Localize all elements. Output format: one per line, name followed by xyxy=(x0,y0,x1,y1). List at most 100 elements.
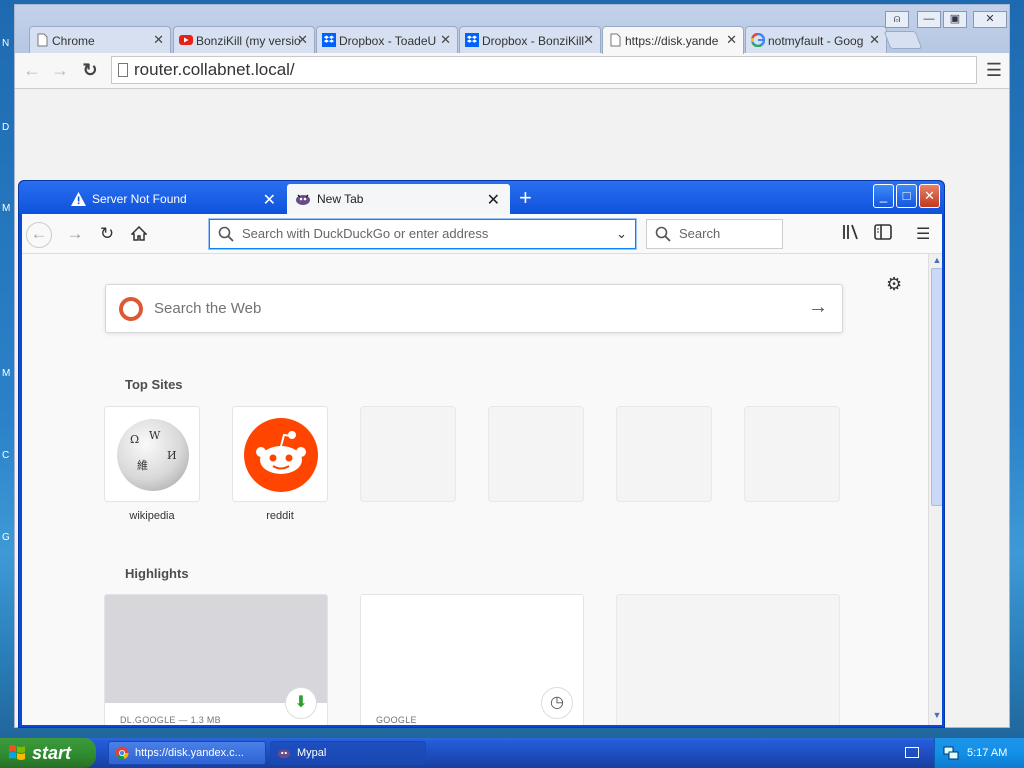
chrome-new-tab-button[interactable] xyxy=(883,31,923,49)
tab-new-tab[interactable]: New Tab ✕ xyxy=(287,184,510,214)
mypal-window: Server Not Found ✕ New Tab ✕ + _ □ ✕ ← →… xyxy=(18,180,945,728)
chrome-menu-button[interactable]: ☰ xyxy=(983,59,1005,81)
desktop-icon-label-fragment: G xyxy=(2,532,10,543)
page-icon xyxy=(118,63,128,77)
minimize-button[interactable]: _ xyxy=(873,184,894,208)
keyboard-icon[interactable] xyxy=(905,747,919,758)
scrollbar-thumb[interactable] xyxy=(931,268,942,506)
close-icon[interactable]: ✕ xyxy=(726,32,737,48)
back-button[interactable]: ← xyxy=(21,59,43,81)
back-button[interactable]: ← xyxy=(26,222,52,248)
forward-button[interactable]: → xyxy=(62,222,88,248)
scrollbar[interactable]: ▲ ▼ xyxy=(928,254,942,725)
taskbar-button-label: https://disk.yandex.c... xyxy=(135,747,244,759)
home-button[interactable] xyxy=(126,222,152,248)
new-tab-button[interactable]: + xyxy=(519,185,532,211)
chrome-tab[interactable]: notmyfault - Goog ✕ xyxy=(745,26,887,54)
top-site-reddit[interactable] xyxy=(232,406,328,502)
top-site-empty xyxy=(616,406,712,502)
close-window-button[interactable]: ✕ xyxy=(919,184,940,208)
chrome-tab[interactable]: BonziKill (my versio ✕ xyxy=(173,26,315,54)
close-icon[interactable]: ✕ xyxy=(263,190,276,210)
wikipedia-icon: ΩWИ維 xyxy=(117,419,189,491)
top-site-wikipedia[interactable]: ΩWИ維 xyxy=(104,406,200,502)
clock[interactable]: 5:17 AM xyxy=(967,747,1007,759)
scroll-up-arrow[interactable]: ▲ xyxy=(931,255,942,267)
highlight-preview xyxy=(361,595,583,703)
chrome-tab[interactable]: Chrome ✕ xyxy=(29,26,171,54)
profile-icon[interactable]: ⍝ xyxy=(885,11,909,28)
network-icon[interactable] xyxy=(943,746,959,760)
close-icon[interactable]: ✕ xyxy=(869,32,880,48)
tab-label: New Tab xyxy=(317,192,364,206)
chevron-down-icon[interactable]: ⌄ xyxy=(616,220,627,248)
minimize-button[interactable]: — xyxy=(917,11,941,28)
chrome-tab-strip: Chrome ✕ BonziKill (my versio ✕ Dropbox … xyxy=(15,5,1009,54)
highlight-card-empty xyxy=(616,594,840,725)
search-bar[interactable]: Search xyxy=(646,219,783,249)
new-tab-page: ⚙ Search the Web → Top Sites ΩWИ維 wikipe… xyxy=(22,254,942,725)
taskbar-button-chrome[interactable]: https://disk.yandex.c... xyxy=(108,741,266,765)
system-tray: 5:17 AM xyxy=(934,738,1024,768)
url-bar[interactable]: Search with DuckDuckGo or enter address … xyxy=(209,219,636,249)
web-search-box[interactable]: Search the Web → xyxy=(105,284,843,333)
taskbar-button-mypal[interactable]: Mypal xyxy=(270,741,426,765)
library-icon[interactable] xyxy=(842,224,860,245)
close-icon[interactable]: ✕ xyxy=(297,32,308,48)
chrome-tab[interactable]: Dropbox - ToadeU ✕ xyxy=(316,26,458,54)
tab-server-not-found[interactable]: Server Not Found ✕ xyxy=(62,184,286,214)
scroll-down-arrow[interactable]: ▼ xyxy=(931,710,942,722)
top-site-label: reddit xyxy=(266,510,294,522)
search-icon xyxy=(218,226,234,242)
address-text: router.collabnet.local/ xyxy=(134,60,295,79)
start-label: start xyxy=(32,743,72,763)
home-icon xyxy=(130,225,148,241)
highlight-source: DL.GOOGLE — 1.3 MB xyxy=(120,715,221,725)
highlight-card[interactable]: ⬇ DL.GOOGLE — 1.3 MB xyxy=(104,594,328,725)
close-icon[interactable]: ✕ xyxy=(487,190,500,210)
chrome-icon xyxy=(115,746,129,760)
forward-button[interactable]: → xyxy=(49,59,71,81)
dropbox-icon xyxy=(322,33,336,47)
taskbar-button-label: Mypal xyxy=(297,747,327,759)
address-bar[interactable]: router.collabnet.local/ xyxy=(111,56,977,84)
warning-icon xyxy=(71,192,86,206)
close-icon[interactable]: ✕ xyxy=(583,32,594,48)
chrome-tab[interactable]: Dropbox - BonziKill ✕ xyxy=(459,26,601,54)
sidebar-icon[interactable] xyxy=(874,224,892,245)
maximize-button[interactable]: □ xyxy=(896,184,917,208)
desktop-icon-label-fragment: M xyxy=(2,368,11,379)
reload-button[interactable]: ↻ xyxy=(79,59,101,81)
mypal-navbar: ← → ↻ Search with DuckDuckGo or enter ad… xyxy=(22,214,942,254)
close-icon[interactable]: ✕ xyxy=(153,32,164,48)
close-icon[interactable]: ✕ xyxy=(440,32,451,48)
google-icon xyxy=(751,33,765,47)
hamburger-menu-icon[interactable]: ☰ xyxy=(916,224,930,244)
desktop-icon-label-fragment: C xyxy=(2,450,10,461)
desktop-icon-label-fragment: D xyxy=(2,122,10,133)
gear-icon[interactable]: ⚙ xyxy=(886,274,902,295)
youtube-icon xyxy=(179,35,193,45)
page-icon xyxy=(37,33,48,47)
top-site-empty xyxy=(744,406,840,502)
restore-button[interactable]: ▣ xyxy=(943,11,967,28)
highlight-card[interactable]: ◷ GOOGLE xyxy=(360,594,584,725)
arrow-right-icon[interactable]: → xyxy=(808,296,828,319)
reload-button[interactable]: ↻ xyxy=(94,222,120,248)
desktop-icon-label-fragment: N xyxy=(2,38,10,49)
start-button[interactable]: start xyxy=(0,738,96,768)
close-window-button[interactable]: ✕ xyxy=(973,11,1007,28)
web-search-placeholder: Search the Web xyxy=(154,300,262,317)
bonzi-icon xyxy=(277,749,291,759)
search-bar-placeholder: Search xyxy=(679,226,721,241)
windows-flag-icon xyxy=(9,745,25,760)
desktop-icon-label-fragment: M xyxy=(2,203,11,214)
duckduckgo-icon xyxy=(119,297,143,321)
url-bar-placeholder: Search with DuckDuckGo or enter address xyxy=(242,226,489,241)
clock-icon: ◷ xyxy=(541,687,573,719)
tab-label: Server Not Found xyxy=(92,192,187,206)
mypal-titlebar: Server Not Found ✕ New Tab ✕ + _ □ ✕ xyxy=(19,181,944,214)
download-icon: ⬇ xyxy=(285,687,317,719)
chrome-tab-active[interactable]: https://disk.yande ✕ xyxy=(602,26,744,54)
taskbar: start https://disk.yandex.c... Mypal 5:1… xyxy=(0,738,1024,768)
